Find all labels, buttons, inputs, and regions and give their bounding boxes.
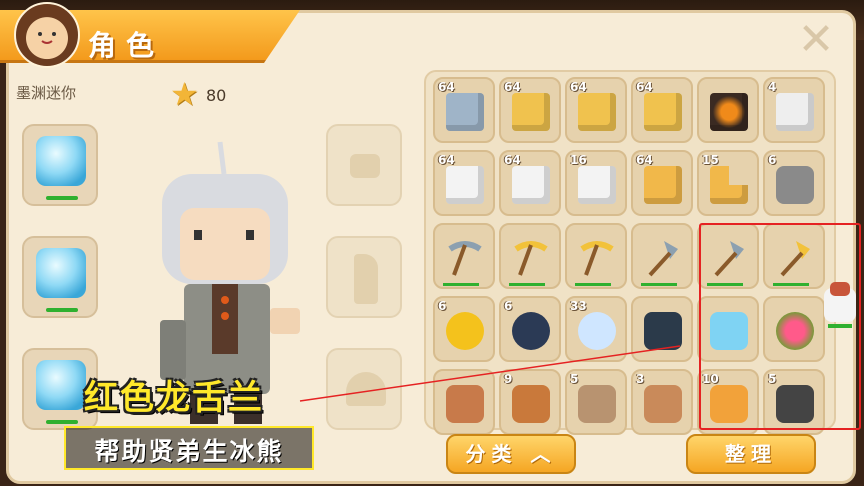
item-count: 64	[504, 80, 521, 94]
inventory-slot[interactable]: 64	[499, 77, 561, 143]
cape-placeholder-icon	[354, 254, 378, 304]
item-count: 64	[570, 80, 587, 94]
inventory-slot[interactable]	[565, 223, 627, 289]
wood-stairs-icon	[710, 166, 748, 204]
inventory-slot[interactable]: 64	[499, 150, 561, 216]
item-count: 64	[438, 80, 455, 94]
item-count: 33	[570, 299, 587, 313]
item-count: 64	[636, 80, 653, 94]
inventory-slot[interactable]: 64	[433, 77, 495, 143]
gold-pickaxe-icon	[578, 239, 616, 277]
durability-bar	[575, 283, 611, 286]
item-count: 6	[438, 299, 447, 313]
item-count: 5	[570, 372, 579, 386]
sort-button[interactable]: 分类 ︿	[446, 434, 576, 474]
inventory-slot[interactable]: 6	[763, 150, 825, 216]
durability-bar	[509, 283, 545, 286]
inventory-slot[interactable]: 4	[763, 77, 825, 143]
roast-drumstick-icon	[512, 385, 550, 423]
ice-helmet-icon	[36, 136, 86, 186]
mount-placeholder-icon	[346, 372, 386, 406]
inventory-slot[interactable]: 64	[565, 77, 627, 143]
item-count: 64	[438, 153, 455, 167]
inventory-slot[interactable]: 5	[565, 369, 627, 435]
white-brick-icon	[776, 93, 814, 131]
wood-plank-icon	[644, 166, 682, 204]
chestplate-slot[interactable]	[22, 236, 98, 318]
item-count: 4	[768, 80, 777, 94]
inventory-slot[interactable]: 6	[433, 296, 495, 362]
inventory-slot[interactable]	[631, 223, 693, 289]
lava-block-icon	[710, 93, 748, 131]
dark-cloak-icon	[644, 312, 682, 350]
item-count: 64	[504, 153, 521, 167]
iron-fence-icon	[776, 166, 814, 204]
stone-block-icon	[446, 93, 484, 131]
item-count: 15	[702, 153, 719, 167]
durability-bar	[46, 196, 78, 200]
ring-placeholder-icon	[350, 154, 380, 178]
inventory-slot[interactable]: 64	[631, 77, 693, 143]
bread-slice-icon	[578, 385, 616, 423]
inventory-slot[interactable]: 9	[499, 369, 561, 435]
durability-bar	[46, 420, 78, 424]
grilled-steak-icon	[446, 385, 484, 423]
gold-pickaxe-icon	[512, 239, 550, 277]
sand-block-icon	[578, 93, 616, 131]
durability-bar	[46, 308, 78, 312]
player-name: 墨渊迷你	[16, 84, 77, 102]
caption-line-1: 红色龙舌兰	[84, 378, 264, 418]
item-count: 9	[504, 372, 513, 386]
item-count: 6	[504, 299, 513, 313]
stone-shovel-icon	[644, 239, 682, 277]
ribs-icon	[644, 385, 682, 423]
inventory-slot[interactable]: 3	[631, 369, 693, 435]
item-count: 64	[636, 153, 653, 167]
sand-block-icon	[644, 93, 682, 131]
inventory-slot[interactable]	[433, 223, 495, 289]
ice-leggings-icon	[36, 360, 86, 410]
item-count: 6	[768, 153, 777, 167]
inventory-slot[interactable]: 33	[565, 296, 627, 362]
durability-bar	[443, 283, 479, 286]
sand-block-icon	[512, 93, 550, 131]
inventory-slot[interactable]: 6	[499, 296, 561, 362]
helmet-slot[interactable]	[22, 124, 98, 206]
white-block-icon	[512, 166, 550, 204]
caption-line-2: 帮助贤弟生冰熊	[94, 437, 284, 466]
inventory-slot[interactable]: 16	[565, 150, 627, 216]
dark-gem-icon	[512, 312, 550, 350]
star-count: 80	[206, 86, 227, 105]
accessory-slot-2[interactable]	[326, 236, 402, 318]
winged-orb-icon	[578, 312, 616, 350]
inventory-slot[interactable]: 64	[433, 150, 495, 216]
item-count: 3	[636, 372, 645, 386]
stone-pickaxe-icon	[446, 239, 484, 277]
durability-bar	[641, 283, 677, 286]
creature-icon	[824, 282, 856, 328]
item-count: 16	[570, 153, 587, 167]
gold-coin-icon	[446, 312, 484, 350]
organize-button[interactable]: 整理	[686, 434, 816, 474]
inventory-slot[interactable]	[499, 223, 561, 289]
accessory-slot-1[interactable]	[326, 124, 402, 206]
face-icon	[38, 32, 56, 44]
white-block-icon	[446, 166, 484, 204]
inventory-slot[interactable]: 15	[697, 150, 759, 216]
ice-chestplate-icon	[36, 248, 86, 298]
accessory-slot-3[interactable]	[326, 348, 402, 430]
inventory-slot[interactable]	[433, 369, 495, 435]
white-block-icon	[578, 166, 616, 204]
player-avatar[interactable]	[14, 2, 80, 68]
close-icon[interactable]: ✕	[794, 18, 838, 62]
star-icon: ★	[170, 75, 199, 113]
inventory-slot[interactable]	[697, 77, 759, 143]
inventory-slot[interactable]	[631, 296, 693, 362]
inventory-slot[interactable]: 64	[631, 150, 693, 216]
page-title: 角色	[88, 29, 165, 62]
